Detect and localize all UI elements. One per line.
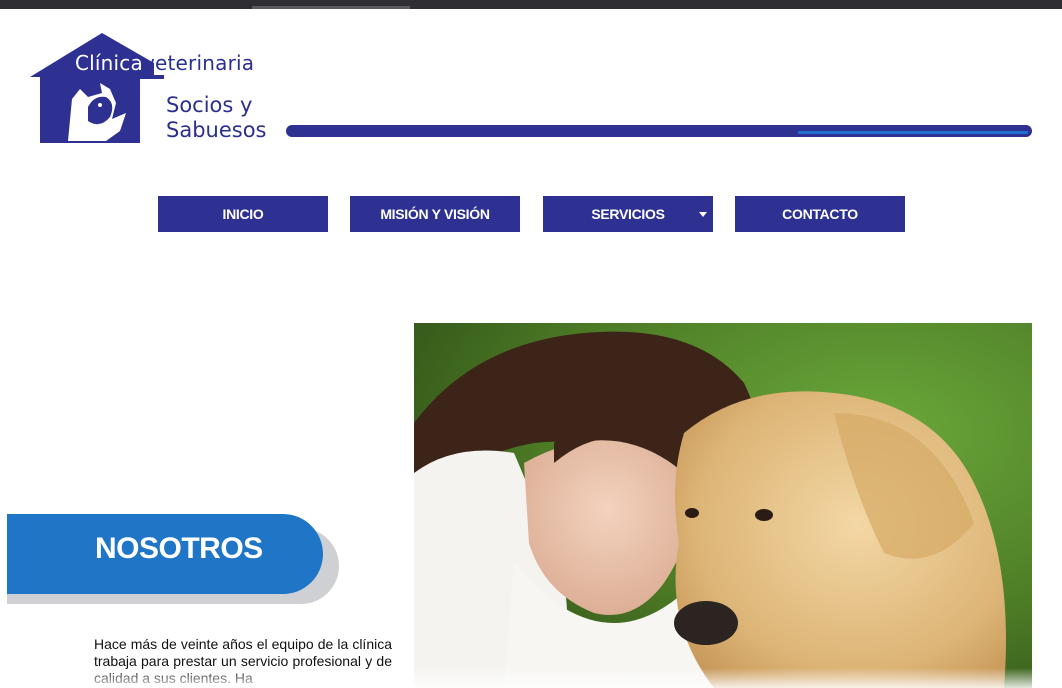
hero-photo xyxy=(414,323,1032,688)
dropdown-caret-icon[interactable] xyxy=(699,212,707,217)
clinic-logo[interactable]: Clínicaveterinaria Socios y Sabuesos xyxy=(30,33,270,148)
nav-mision-vision[interactable]: MISIÓN Y VISIÓN xyxy=(350,196,520,232)
woman-with-dog-photo-icon xyxy=(414,323,1032,688)
bottom-fade xyxy=(0,668,1062,688)
section-title: NOSOTROS xyxy=(95,532,263,565)
browser-top-bar-segment xyxy=(252,6,410,9)
nav-servicios[interactable]: SERVICIOS xyxy=(543,196,713,232)
nav-servicios-label: SERVICIOS xyxy=(591,206,665,222)
nav-inicio-label: INICIO xyxy=(222,206,264,222)
nav-inicio[interactable]: INICIO xyxy=(158,196,328,232)
logo-subtitle-line2: Sabuesos xyxy=(166,118,267,142)
header-divider-accent xyxy=(798,131,1028,134)
logo-title: Clínicaveterinaria xyxy=(75,51,255,75)
nav-mision-vision-label: MISIÓN Y VISIÓN xyxy=(380,206,490,222)
nav-contacto[interactable]: CONTACTO xyxy=(735,196,905,232)
logo-subtitle-line1: Socios y xyxy=(166,93,253,117)
nav-contacto-label: CONTACTO xyxy=(782,206,858,222)
browser-top-bar xyxy=(0,0,1062,9)
